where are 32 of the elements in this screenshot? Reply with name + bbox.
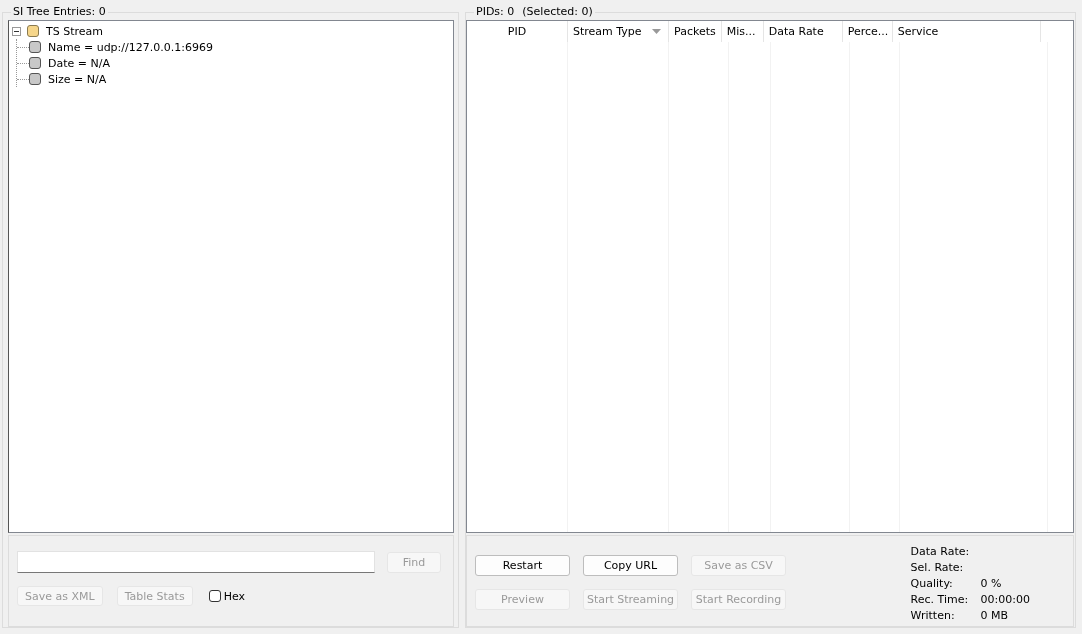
item-icon xyxy=(29,57,41,69)
tree-item[interactable]: Date = N/A xyxy=(48,56,110,70)
collapse-icon[interactable] xyxy=(12,26,21,36)
column-header[interactable]: Packets xyxy=(669,21,722,42)
column-header[interactable]: Stream Type xyxy=(568,21,669,42)
panel-title: PIDs: 0 xyxy=(476,5,515,18)
stat-label: Written: xyxy=(910,608,956,624)
column-header[interactable]: Data Rate xyxy=(763,21,843,42)
tree-item[interactable]: Name = udp://127.0.0.1:6969 xyxy=(48,40,213,54)
item-icon xyxy=(29,73,41,85)
tree-item[interactable]: Size = N/A xyxy=(48,72,107,86)
folder-icon xyxy=(27,25,39,37)
selected-count: (Selected: 0) xyxy=(522,5,593,18)
action-button[interactable]: Copy URL xyxy=(583,555,678,576)
hex-checkbox[interactable] xyxy=(208,590,221,602)
stat-value: 0 % xyxy=(980,576,1002,592)
stat-value: 0 MB xyxy=(980,608,1009,624)
stat-value: 00:00:00 xyxy=(980,592,1030,608)
stat-label: Quality: xyxy=(910,576,954,592)
item-icon xyxy=(29,41,41,53)
tree-item[interactable]: TS Stream xyxy=(46,24,103,38)
column-header[interactable]: Mis... xyxy=(721,21,764,42)
column-header[interactable]: PID xyxy=(467,21,568,42)
checkbox-label: Hex xyxy=(223,589,245,603)
column-header[interactable]: Service xyxy=(892,21,1041,42)
action-button[interactable]: Restart xyxy=(475,555,570,576)
column-header[interactable]: Perce... xyxy=(842,21,893,42)
stat-label: Rec. Time: xyxy=(910,592,970,608)
panel-title: SI Tree Entries: 0 xyxy=(12,6,107,18)
stat-label: Sel. Rate: xyxy=(910,560,965,576)
stat-label: Data Rate: xyxy=(910,544,971,560)
search-field[interactable] xyxy=(17,551,375,573)
